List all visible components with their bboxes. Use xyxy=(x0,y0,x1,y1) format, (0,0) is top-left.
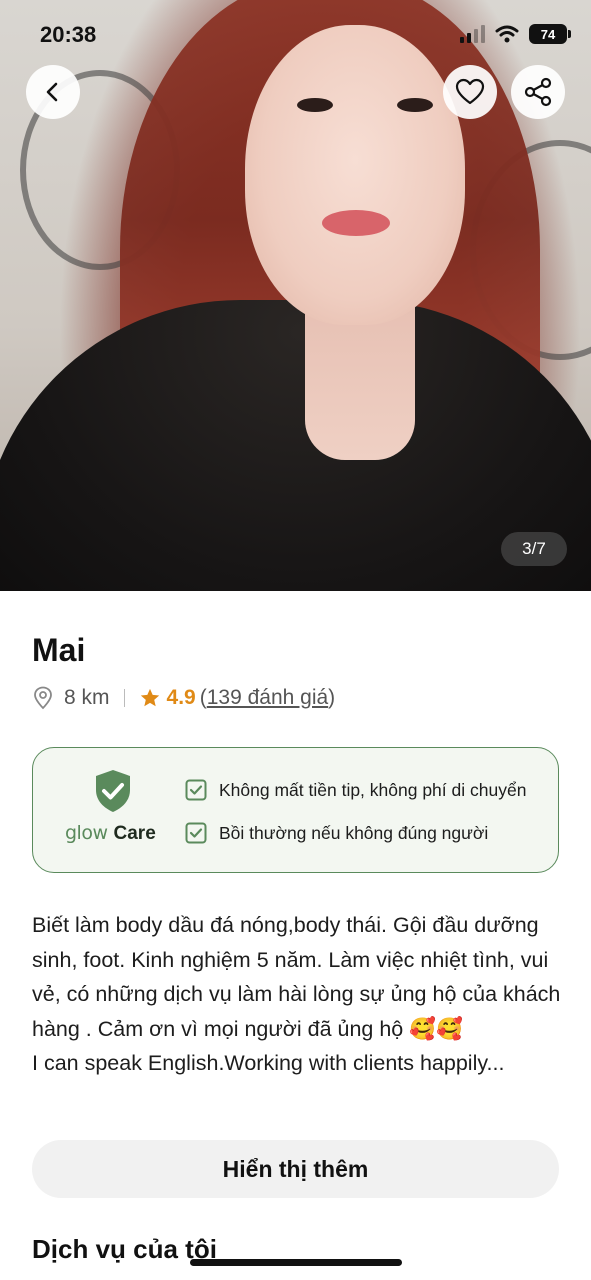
status-time: 20:38 xyxy=(40,22,97,47)
reviews-paren-open: ( xyxy=(199,686,207,709)
care-item: Bồi thường nếu không đúng người xyxy=(185,822,488,844)
care-item: Không mất tiền tip, không phí di chuyển xyxy=(185,779,526,801)
glow-care-box: glow Care Không mất tiền tip, không phí … xyxy=(32,747,559,873)
meta-divider xyxy=(123,689,125,707)
location-pin-icon xyxy=(34,686,52,710)
provider-meta: 8 km 4.9 ( 139 đánh giá ) xyxy=(32,686,335,710)
photo-eye xyxy=(397,98,433,112)
brand-glow: glow xyxy=(65,822,108,844)
rating-value: 4.9 xyxy=(166,686,196,709)
photo-eye xyxy=(297,98,333,112)
distance-text: 8 km xyxy=(64,686,110,709)
chevron-left-icon xyxy=(46,82,58,102)
wifi-icon xyxy=(495,25,519,43)
provider-description: Biết làm body dầu đá nóng,body thái. Gội… xyxy=(32,908,562,1081)
battery-icon: 74 xyxy=(529,24,571,44)
favorite-button[interactable] xyxy=(443,65,497,119)
brand-care: Care xyxy=(113,823,156,844)
back-button[interactable] xyxy=(26,65,80,119)
reviews-paren-close: ) xyxy=(328,686,336,709)
provider-name: Mai xyxy=(32,632,86,668)
shield-check-icon xyxy=(96,770,130,812)
care-item-text: Không mất tiền tip, không phí di chuyển xyxy=(219,779,527,800)
profile-photo[interactable] xyxy=(0,0,591,591)
show-more-button[interactable]: Hiển thị thêm xyxy=(32,1140,559,1198)
services-section-title: Dịch vụ của tôi xyxy=(32,1234,217,1264)
star-icon xyxy=(140,688,159,707)
status-icons: 74 xyxy=(460,24,571,44)
photo-face xyxy=(245,25,465,325)
care-brand: glow Care xyxy=(65,822,156,845)
share-icon xyxy=(524,77,552,107)
care-logo xyxy=(63,768,163,819)
check-square-icon xyxy=(185,779,207,801)
care-item-text: Bồi thường nếu không đúng người xyxy=(219,822,489,843)
home-indicator[interactable] xyxy=(190,1259,402,1266)
heart-icon xyxy=(455,78,485,105)
description-paragraph: Biết làm body dầu đá nóng,body thái. Gội… xyxy=(32,913,561,1041)
share-button[interactable] xyxy=(511,65,565,119)
reviews-link[interactable]: 139 đánh giá xyxy=(207,686,328,710)
description-paragraph: I can speak English.Working with clients… xyxy=(32,1051,505,1075)
photo-lips xyxy=(322,210,390,236)
check-square-icon xyxy=(185,822,207,844)
signal-icon xyxy=(460,25,485,43)
photo-counter: 3/7 xyxy=(501,532,567,566)
